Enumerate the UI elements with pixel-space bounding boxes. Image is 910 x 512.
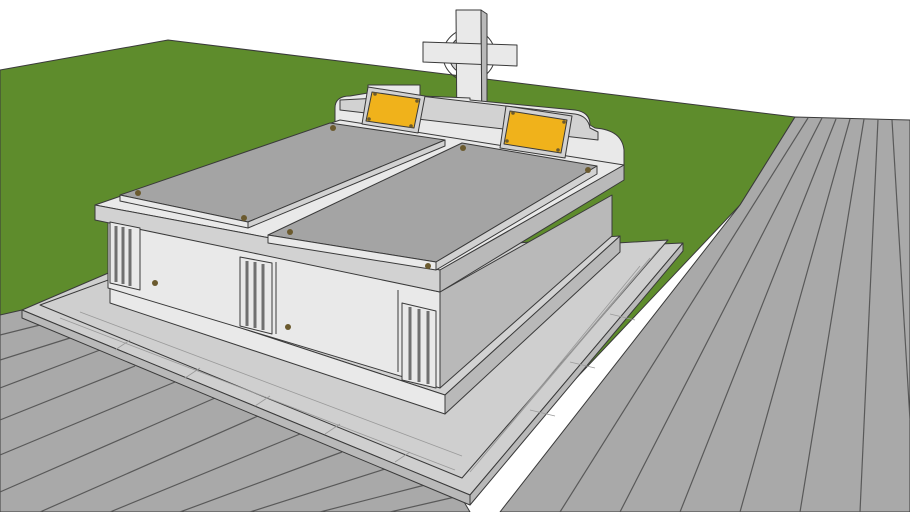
plaque-screw bbox=[511, 111, 515, 115]
bolt bbox=[135, 190, 141, 196]
vent-right bbox=[401, 302, 437, 389]
bolt bbox=[287, 229, 293, 235]
bolt bbox=[330, 125, 336, 131]
plaque-screw bbox=[409, 124, 413, 128]
3d-model-viewport[interactable] bbox=[0, 0, 910, 512]
plaque-screw bbox=[373, 92, 377, 96]
plaque-screw bbox=[367, 117, 371, 121]
bolt bbox=[285, 324, 291, 330]
bolt bbox=[241, 215, 247, 221]
bolt bbox=[585, 167, 591, 173]
cross-horizontal bbox=[422, 41, 518, 67]
bolt bbox=[152, 280, 158, 286]
plaque-screw bbox=[415, 99, 419, 103]
bolt bbox=[460, 145, 466, 151]
plaque-screw bbox=[505, 139, 509, 143]
vent-middle bbox=[239, 256, 273, 335]
plaque-screw bbox=[562, 120, 566, 124]
tomb-model-scene bbox=[0, 9, 910, 512]
plaque-left-face bbox=[365, 91, 421, 129]
plaque-screw bbox=[556, 148, 560, 152]
bolt bbox=[425, 263, 431, 269]
vent-left bbox=[109, 221, 141, 291]
